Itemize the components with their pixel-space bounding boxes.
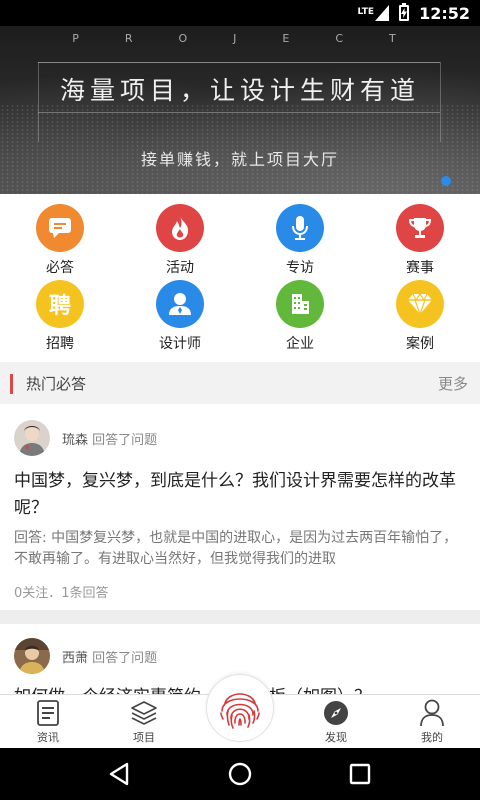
hire-glyph: 聘 (48, 294, 71, 319)
tab-news[interactable]: 资讯 (0, 695, 96, 748)
category-label: 必答 (46, 260, 74, 276)
category-label: 赛事 (406, 260, 434, 276)
banner-subline: 接单赚钱，就上项目大厅 (140, 150, 339, 169)
user-icon (156, 280, 204, 328)
promo-banner[interactable]: PROJECT 海量项目，让设计生财有道 接单赚钱，就上项目大厅 (0, 26, 480, 194)
system-nav-bar (0, 748, 480, 800)
avatar[interactable] (14, 420, 50, 456)
feed-author-line: 琉森 回答了问题 (62, 429, 157, 448)
category-label: 活动 (166, 260, 194, 276)
carousel-indicator[interactable] (441, 176, 451, 186)
diamond-icon (396, 280, 444, 328)
feed-card-header: 西萧 回答了问题 (0, 624, 480, 674)
category-recruit[interactable]: 聘 招聘 (0, 280, 120, 356)
battery-icon (399, 3, 410, 21)
feed-card[interactable]: 琉森 回答了问题 中国梦，复兴梦，到底是什么？我们设计界需要怎样的改革呢？ 回答… (0, 406, 480, 610)
chat-icon (36, 204, 84, 252)
banner-frame-line (38, 62, 440, 63)
section-title: 热门必答 (26, 374, 87, 393)
category-competition[interactable]: 赛事 (360, 204, 480, 280)
tab-me[interactable]: 我的 (384, 695, 480, 748)
network-type: LTE (357, 7, 375, 17)
category-label: 案例 (406, 336, 434, 352)
category-enterprise[interactable]: 企业 (240, 280, 360, 356)
category-label: 企业 (286, 336, 314, 352)
tab-label: 我的 (421, 731, 443, 744)
fingerprint-icon (220, 693, 260, 729)
author-name[interactable]: 西萧 (62, 651, 88, 666)
banner-frame-line (38, 112, 440, 113)
category-activity[interactable]: 活动 (120, 204, 240, 280)
question-stats: 0关注．1条回答 (14, 586, 109, 601)
compass-icon (322, 699, 350, 727)
signal-icon: LTE (358, 5, 390, 21)
more-link[interactable]: 更多 (438, 373, 468, 394)
category-label: 专访 (286, 260, 314, 276)
hot-answers-header: 热门必答 更多 (0, 362, 480, 404)
flame-icon (156, 204, 204, 252)
feed-card-header: 琉森 回答了问题 (0, 406, 480, 456)
tab-discover[interactable]: 发现 (288, 695, 384, 748)
clock: 12:52 (419, 3, 470, 23)
author-name[interactable]: 琉森 (62, 433, 88, 448)
author-action: 回答了问题 (92, 432, 158, 448)
profile-icon (418, 699, 446, 727)
trophy-icon (396, 204, 444, 252)
tab-label: 发现 (325, 731, 347, 744)
category-answer[interactable]: 必答 (0, 204, 120, 280)
feed-author-line: 西萧 回答了问题 (62, 647, 157, 666)
banner-headline: 海量项目，让设计生财有道 (59, 76, 420, 105)
home-icon[interactable] (227, 761, 253, 787)
hire-icon: 聘 (36, 280, 84, 328)
back-icon[interactable] (107, 761, 133, 787)
category-grid: 必答 活动 专访 赛事 聘 招聘 设计师 企业 案例 (0, 194, 480, 360)
category-case[interactable]: 案例 (360, 280, 480, 356)
recents-icon[interactable] (347, 761, 373, 787)
category-label: 设计师 (159, 336, 201, 352)
feed-separator (0, 610, 480, 624)
news-icon (34, 699, 62, 727)
layers-icon (130, 699, 158, 727)
building-icon (276, 280, 324, 328)
question-title[interactable]: 中国梦，复兴梦，到底是什么？我们设计界需要怎样的改革呢？ (0, 456, 480, 522)
status-bar: LTE 12:52 (0, 0, 480, 26)
fingerprint-button[interactable] (206, 674, 274, 742)
category-designer[interactable]: 设计师 (120, 280, 240, 356)
category-interview[interactable]: 专访 (240, 204, 360, 280)
section-accent-bar (10, 374, 13, 394)
banner-overline: PROJECT (72, 32, 442, 45)
category-label: 招聘 (46, 336, 74, 352)
avatar[interactable] (14, 638, 50, 674)
tab-label: 资讯 (37, 731, 59, 744)
microphone-icon (276, 204, 324, 252)
tab-projects[interactable]: 项目 (96, 695, 192, 748)
tab-label: 项目 (133, 731, 155, 744)
answer-excerpt[interactable]: 回答: 中国梦复兴梦，也就是中国的进取心，是因为过去两百年输怕了，不敢再输了。有… (0, 522, 480, 570)
author-action: 回答了问题 (92, 650, 158, 666)
